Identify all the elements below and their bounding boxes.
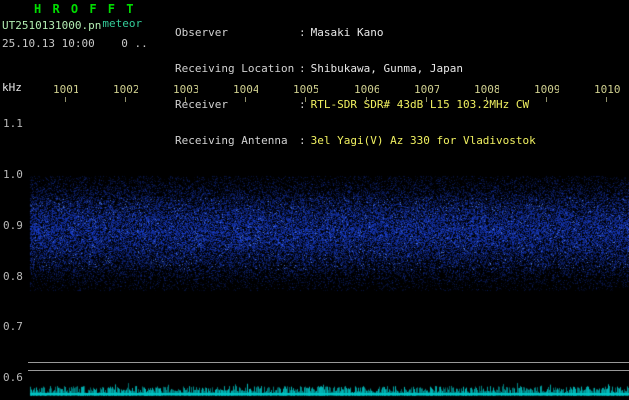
info-label: Observer [175,27,299,39]
x-tick-label: 1002 [113,84,138,96]
annotation-label: meteor [102,17,142,30]
level-scale-line [28,362,629,363]
x-tick-label: 1008 [474,84,499,96]
y-tick-label: 0.7 [3,321,23,333]
x-tick-label: 1007 [414,84,439,96]
x-tick-mark [606,97,607,102]
level-scale-line [28,370,629,371]
y-tick-label: 0.9 [3,220,23,232]
info-label: Receiving Location [175,63,299,75]
y-tick-label: 1.1 [3,118,23,130]
y-tick-label: 0.8 [3,271,23,283]
y-tick-label: 1.0 [3,169,23,181]
x-tick-mark [366,97,367,102]
info-value: Masaki Kano [311,27,384,39]
x-tick-mark [245,97,246,102]
x-tick-label: 1001 [53,84,78,96]
x-tick-mark [426,97,427,102]
x-tick-mark [546,97,547,102]
x-tick-label: 1006 [354,84,379,96]
x-tick-mark [185,97,186,102]
info-value: Shibukawa, Gunma, Japan [311,63,463,75]
info-row-receiver: Receiver : RTL-SDR SDR# 43dB L15 103.2MH… [175,99,536,111]
info-row-antenna: Receiving Antenna : 3el Yagi(V) Az 330 f… [175,135,536,147]
info-separator: : [299,27,306,39]
info-row-location: Receiving Location : Shibukawa, Gunma, J… [175,63,536,75]
x-tick-mark [125,97,126,102]
info-label: Receiving Antenna [175,135,299,147]
output-filename: UT2510131000.pn [2,19,101,32]
info-separator: : [299,63,306,75]
info-label: Receiver [175,99,299,111]
hrofft-screen: H R O F F T UT2510131000.pnmeteor 25.10.… [0,0,629,400]
filename-line: UT2510131000.pnmeteor [2,20,142,32]
x-tick-mark [486,97,487,102]
x-tick-mark [65,97,66,102]
x-tick-label: 1004 [233,84,258,96]
x-tick-label: 1005 [293,84,318,96]
app-title: H R O F F T [34,3,135,15]
y-tick-label: 0.6 [3,372,23,384]
x-tick-label: 1010 [594,84,624,96]
x-tick-mark [305,97,306,102]
info-row-observer: Observer : Masaki Kano [175,27,536,39]
x-tick-label: 1009 [534,84,559,96]
x-tick-label: 1003 [173,84,198,96]
datetime-label: 25.10.13 10:00 0 .. [2,38,148,50]
info-separator: : [299,135,306,147]
info-value: RTL-SDR SDR# 43dB L15 103.2MHz CW [311,99,530,111]
info-value: 3el Yagi(V) Az 330 for Vladivostok [311,135,536,147]
y-axis-unit: kHz [2,82,22,94]
